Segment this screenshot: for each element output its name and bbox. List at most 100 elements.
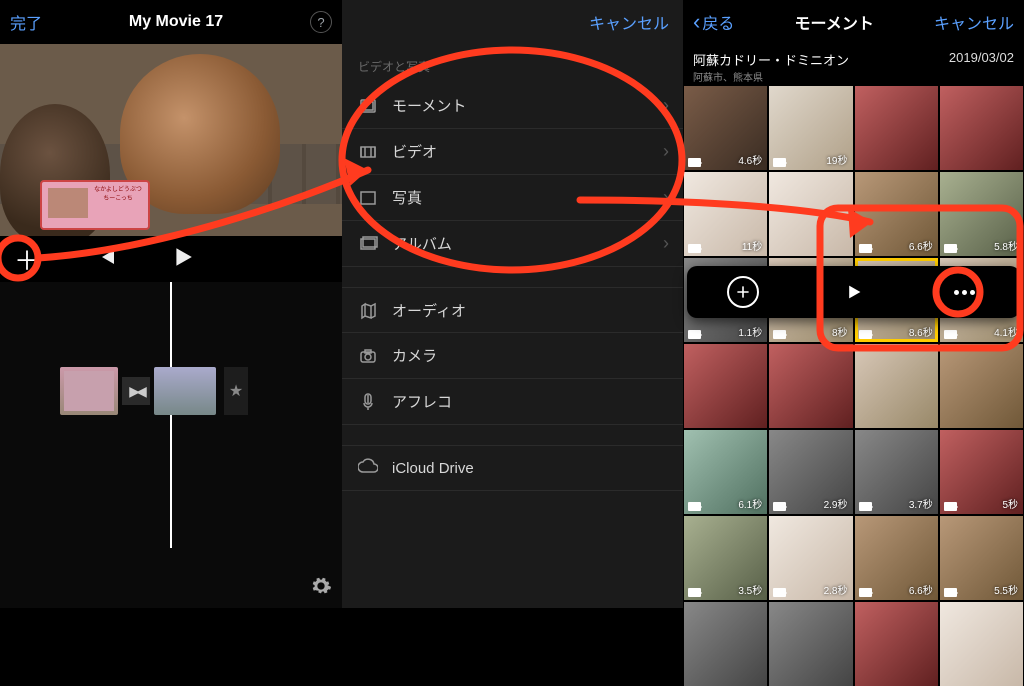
sublocation-label: 阿蘇市、熊本県 [693, 69, 849, 84]
thumbnail[interactable] [940, 602, 1023, 686]
source-item-label: オーディオ [392, 300, 466, 321]
thumbnail[interactable] [684, 344, 767, 428]
done-button[interactable]: 完了 [10, 10, 42, 34]
moments-title: モーメント [794, 10, 873, 34]
video-badge-icon [859, 330, 872, 339]
source-item-icon [358, 188, 392, 208]
duration-label: 3.7秒 [909, 496, 933, 511]
thumbnail[interactable]: 11秒 [684, 172, 767, 256]
source-item-label: iCloud Drive [392, 460, 474, 477]
source-item-label: ビデオ [392, 141, 437, 162]
video-badge-icon [688, 158, 701, 167]
source-item-3[interactable]: アルバム› [342, 221, 683, 267]
duration-label: 5.5秒 [994, 582, 1018, 597]
video-badge-icon [688, 502, 701, 511]
duration-label: 1.1秒 [738, 324, 762, 339]
source-item-label: 写真 [392, 187, 422, 208]
chevron-right-icon: › [663, 95, 669, 116]
thumbnail[interactable]: 5秒 [940, 430, 1023, 514]
video-badge-icon [773, 502, 786, 511]
thumbnail[interactable] [940, 344, 1023, 428]
favorite-slot-icon[interactable]: ★ [224, 367, 248, 415]
chevron-right-icon: › [663, 141, 669, 162]
duration-label: 3.5秒 [738, 582, 762, 597]
help-button[interactable]: ? [310, 11, 332, 33]
video-preview[interactable]: なかよしどうぶつちーこっち [0, 44, 342, 236]
moment-heading: 阿蘇カドリー・ドミニオン 阿蘇市、熊本県 2019/03/02 [683, 44, 1024, 86]
chevron-right-icon: › [663, 187, 669, 208]
duration-label: 4.6秒 [738, 152, 762, 167]
moments-header: ‹戻る モーメント キャンセル [683, 0, 1024, 44]
thumbnail[interactable]: 6.6秒 [855, 172, 938, 256]
settings-button[interactable] [310, 575, 332, 602]
thumbnail[interactable] [940, 86, 1023, 170]
source-item-7[interactable]: iCloud Drive [342, 445, 683, 491]
thumbnail[interactable]: 3.5秒 [684, 516, 767, 600]
video-badge-icon [773, 588, 786, 597]
duration-label: 5秒 [1002, 496, 1018, 511]
thumbnail[interactable]: 19秒 [769, 86, 852, 170]
video-badge-icon [859, 244, 872, 253]
popover-more-button[interactable] [949, 276, 981, 308]
thumbnail[interactable]: 5.8秒 [940, 172, 1023, 256]
duration-label: 6.1秒 [738, 496, 762, 511]
video-badge-icon [688, 244, 701, 253]
source-item-4[interactable]: オーディオ [342, 287, 683, 333]
clip-thumbnail[interactable] [60, 367, 118, 415]
source-item-label: カメラ [392, 345, 437, 366]
sign-text: なかよしどうぶつちーこっち [92, 184, 144, 202]
moments-pane: ‹戻る モーメント キャンセル 阿蘇カドリー・ドミニオン 阿蘇市、熊本県 201… [683, 0, 1024, 608]
duration-label: 19秒 [826, 152, 847, 167]
source-item-icon [358, 458, 392, 478]
source-item-icon [358, 142, 392, 162]
clip-thumbnail[interactable] [154, 367, 216, 415]
back-button[interactable]: ‹戻る [693, 9, 734, 35]
thumbnail[interactable]: 2.9秒 [769, 430, 852, 514]
duration-label: 2.9秒 [824, 496, 848, 511]
thumbnail[interactable]: 5.5秒 [940, 516, 1023, 600]
cancel-button[interactable]: キャンセル [934, 10, 1014, 34]
source-item-icon [358, 234, 392, 254]
thumbnail[interactable]: 2.8秒 [769, 516, 852, 600]
thumbnail[interactable] [855, 602, 938, 686]
source-item-icon [358, 300, 392, 320]
video-badge-icon [859, 588, 872, 597]
video-badge-icon [773, 330, 786, 339]
duration-label: 2.8秒 [824, 582, 848, 597]
source-item-label: アルバム [392, 233, 452, 254]
source-item-5[interactable]: カメラ [342, 333, 683, 379]
thumbnail[interactable]: 3.7秒 [855, 430, 938, 514]
source-menu: モーメント›ビデオ›写真›アルバム›オーディオカメラアフレコiCloud Dri… [342, 83, 683, 491]
video-badge-icon [688, 330, 701, 339]
thumbnail[interactable] [769, 344, 852, 428]
thumbnail[interactable]: 6.1秒 [684, 430, 767, 514]
video-badge-icon [944, 502, 957, 511]
source-item-icon [358, 346, 392, 366]
thumbnail[interactable]: 4.6秒 [684, 86, 767, 170]
source-item-2[interactable]: 写真 › [342, 175, 683, 221]
add-media-button[interactable]: ＋ [14, 241, 40, 278]
popover-add-button[interactable] [727, 276, 759, 308]
media-source-pane: キャンセル ビデオと写真 モーメント›ビデオ›写真›アルバム›オーディオカメラア… [342, 0, 683, 608]
transition-icon[interactable]: ▶◀ [122, 377, 150, 405]
video-badge-icon [944, 244, 957, 253]
skip-back-button[interactable] [96, 247, 116, 272]
source-item-0[interactable]: モーメント› [342, 83, 683, 129]
source-item-6[interactable]: アフレコ [342, 379, 683, 425]
thumbnail[interactable] [684, 602, 767, 686]
timeline[interactable]: ▶◀ ★ [0, 282, 342, 608]
play-button[interactable] [172, 246, 194, 273]
source-item-icon [358, 392, 392, 412]
thumbnail[interactable] [855, 344, 938, 428]
duration-label: 4.1秒 [994, 324, 1018, 339]
thumbnail[interactable]: 6.6秒 [855, 516, 938, 600]
cancel-button[interactable]: キャンセル [589, 10, 669, 34]
thumbnail[interactable] [769, 602, 852, 686]
location-label: 阿蘇カドリー・ドミニオン [693, 50, 849, 69]
duration-label: 6.6秒 [909, 238, 933, 253]
popover-play-button[interactable] [838, 276, 870, 308]
transport-bar: ＋ [0, 236, 342, 282]
thumbnail[interactable] [769, 172, 852, 256]
source-item-1[interactable]: ビデオ › [342, 129, 683, 175]
thumbnail[interactable] [855, 86, 938, 170]
